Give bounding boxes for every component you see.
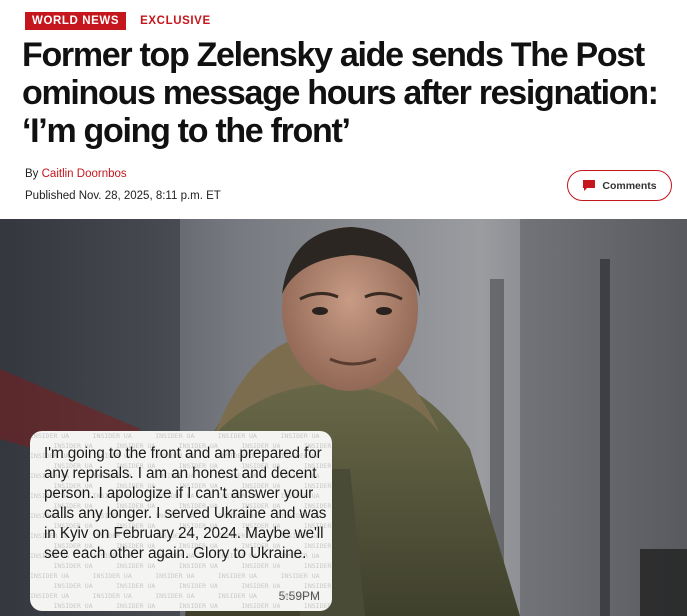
article-headline: Former top Zelensky aide sends The Post … (22, 36, 659, 150)
article-tags: WORLD NEWS EXCLUSIVE (25, 12, 211, 30)
section-tag-world-news[interactable]: WORLD NEWS (25, 12, 127, 30)
speech-bubble-icon (583, 180, 596, 191)
comments-label: Comments (602, 179, 657, 192)
text-message-bubble: INSIDER UA INSIDER UA INSIDER UA INSIDER… (30, 431, 332, 611)
author-link[interactable]: Caitlin Doornbos (42, 168, 127, 180)
exclusive-tag: EXCLUSIVE (140, 15, 211, 27)
message-timestamp: 5:59PM (278, 589, 320, 603)
published-date: Published Nov. 28, 2025, 8:11 p.m. ET (25, 190, 221, 202)
comments-button[interactable]: Comments (567, 170, 672, 201)
article-photo: INSIDER UA INSIDER UA INSIDER UA INSIDER… (0, 219, 687, 616)
byline-prefix: By (25, 168, 42, 180)
text-message-body: I'm going to the front and am prepared f… (44, 445, 327, 562)
byline: By Caitlin Doornbos (25, 168, 127, 180)
